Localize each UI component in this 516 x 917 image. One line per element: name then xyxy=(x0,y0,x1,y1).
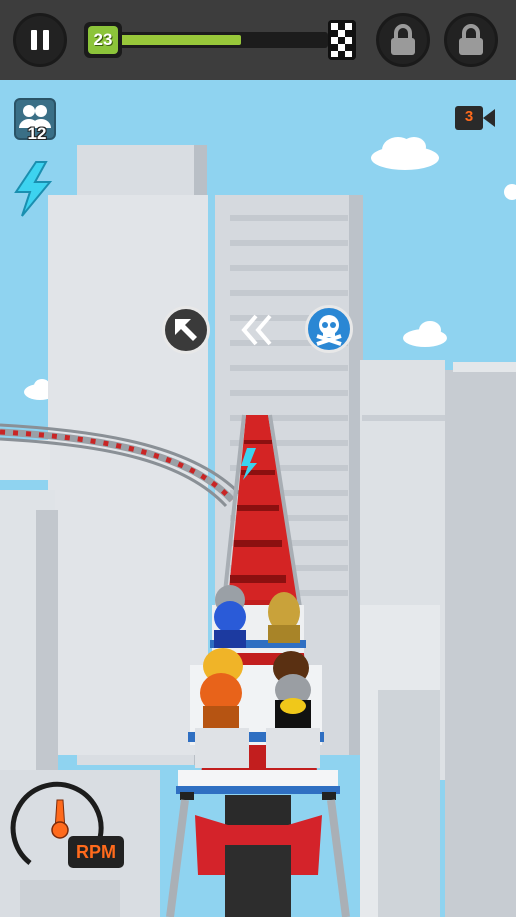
passengers-count: 12 xyxy=(27,124,47,143)
pause-button[interactable] xyxy=(13,13,67,67)
level-badge: 23 xyxy=(84,22,122,58)
passengers-counter: 12 xyxy=(14,98,56,143)
camera-count: 3 xyxy=(464,108,474,125)
double-chevron-left-icon xyxy=(238,312,278,353)
turn-hint xyxy=(162,306,210,354)
progress-track xyxy=(98,32,328,48)
camera-button[interactable]: 3 xyxy=(455,104,497,137)
level-number: 23 xyxy=(88,26,118,54)
skull-crossbones-icon xyxy=(316,315,342,346)
arrow-up-left-icon xyxy=(175,319,197,341)
level-progress: 23 xyxy=(84,20,358,60)
rpm-label: RPM xyxy=(68,836,124,868)
danger-hint xyxy=(305,305,353,353)
top-hud-bar: 23 xyxy=(0,0,516,80)
checkered-flag-icon xyxy=(328,20,356,60)
locked-slot-button[interactable] xyxy=(376,13,430,67)
locked-slot-button[interactable] xyxy=(444,13,498,67)
pause-icon xyxy=(31,30,49,50)
boost-button[interactable] xyxy=(10,160,56,223)
lightning-icon xyxy=(14,161,53,217)
lock-icon xyxy=(391,24,415,55)
lock-icon xyxy=(459,24,483,55)
